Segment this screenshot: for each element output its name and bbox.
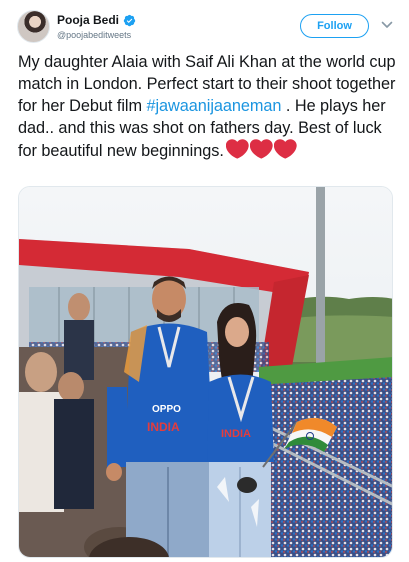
heart-emojis [225, 139, 297, 159]
tweet-text: My daughter Alaia with Saif Ali Khan at … [18, 51, 398, 162]
follow-button[interactable]: Follow [300, 14, 369, 38]
avatar[interactable] [17, 10, 50, 43]
tweet-photo[interactable]: OPPO INDIA INDIA [18, 186, 393, 558]
jersey-country-label: INDIA [147, 420, 180, 434]
verified-badge-icon [123, 14, 136, 26]
hashtag-link[interactable]: #jawaanijaaneman [146, 97, 281, 115]
jersey-brand-label: OPPO [152, 404, 181, 415]
heart-icon [249, 139, 273, 159]
stadium-photo: OPPO INDIA INDIA [19, 187, 392, 557]
display-name[interactable]: Pooja Bedi [57, 13, 119, 27]
tweet-card: Pooja Bedi @poojabeditweets Follow My da… [0, 0, 409, 562]
author-name-row[interactable]: Pooja Bedi [57, 13, 136, 27]
jersey-country-label-2: INDIA [221, 428, 251, 440]
heart-icon [225, 139, 249, 159]
heart-icon [273, 139, 297, 159]
chevron-down-icon[interactable] [381, 20, 393, 30]
handle[interactable]: @poojabeditweets [57, 30, 131, 40]
